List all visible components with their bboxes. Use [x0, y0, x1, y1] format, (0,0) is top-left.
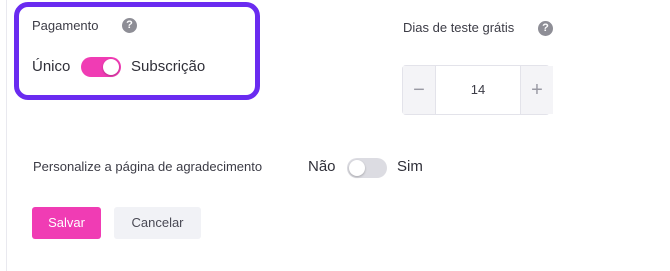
trial-days-stepper: − 14 +: [402, 65, 553, 115]
cancel-button[interactable]: Cancelar: [114, 207, 201, 239]
decrement-button[interactable]: −: [403, 66, 436, 114]
payment-type-toggle[interactable]: [81, 57, 121, 77]
trial-days-label: Dias de teste grátis: [403, 20, 515, 35]
divider-line: [6, 0, 7, 271]
payment-option-subscription: Subscrição: [131, 58, 206, 75]
trial-days-input[interactable]: 14: [437, 66, 519, 114]
thank-you-page-toggle[interactable]: [347, 158, 387, 178]
thank-you-option-yes: Sim: [397, 158, 423, 175]
save-button[interactable]: Salvar: [32, 207, 101, 239]
increment-button[interactable]: +: [520, 66, 553, 114]
payment-option-single: Único: [32, 58, 71, 75]
toggle-knob: [103, 59, 119, 75]
thank-you-page-label: Personalize a página de agradecimento: [33, 159, 263, 174]
thank-you-option-no: Não: [308, 158, 336, 175]
question-circle-icon[interactable]: ?: [538, 21, 553, 36]
toggle-knob: [349, 160, 365, 176]
payment-highlight-box: Pagamento ? Único Subscrição: [14, 2, 260, 100]
question-circle-icon[interactable]: ?: [122, 18, 137, 33]
payment-label: Pagamento: [32, 18, 99, 33]
